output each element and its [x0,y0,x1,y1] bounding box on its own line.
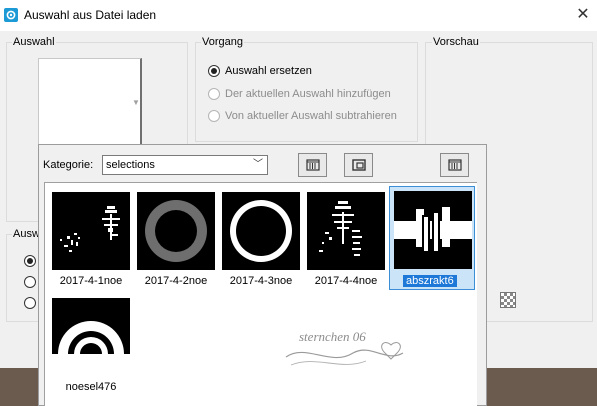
radio-label: Auswahl ersetzen [225,65,312,77]
transparency-checker-icon[interactable] [500,292,516,308]
category-value: selections [106,159,155,171]
radio-button[interactable] [208,88,220,100]
lower-radio-3[interactable] [24,297,36,309]
thumbnail-image [394,191,472,269]
thumbnail-noesel476[interactable]: noesel476 [49,295,131,397]
thumbnail-2017-4-2noe[interactable]: 2017-4-2noe [134,189,216,291]
watermark-text: sternchen 06 [299,329,366,344]
watermark-logo: sternchen 06 [285,329,404,366]
thumbnail-label: abszrakt6 [403,275,457,287]
thumbnail-grid: 2017-4-1noe 2017-4-2noe 2017-4-3noe 2017… [44,182,477,406]
thumbnail-image [307,192,385,270]
thumbnail-label: 2017-4-4noe [314,275,378,287]
lower-group-label: Ausw [12,228,41,240]
thumbnail-image [52,192,130,270]
radio-label: Der aktuellen Auswahl hinzufügen [225,88,391,100]
vorschau-group-label: Vorschau [432,36,480,48]
thumbnail-abszrakt6[interactable]: abszrakt6 [389,186,475,290]
vorgang-group-label: Vorgang [201,36,244,48]
thumbnail-image [137,192,215,270]
close-icon: ✕ [576,6,590,23]
thumbnail-label: 2017-4-1noe [59,275,123,287]
thumbnail-2017-4-3noe[interactable]: 2017-4-3noe [219,189,301,291]
list-view-icon [305,159,320,171]
lower-radio-2[interactable] [24,276,36,288]
app-icon [4,8,18,22]
close-button[interactable]: ✕ [570,3,596,27]
browse-button[interactable] [440,153,469,177]
radio-button[interactable] [208,65,220,77]
folder-view-icon [351,159,366,171]
thumbnail-label: 2017-4-3noe [229,275,293,287]
category-dropdown[interactable]: selections ﹀ [102,155,268,175]
thumbnail-label: 2017-4-2noe [144,275,208,287]
scroll-down-icon: ▼ [132,98,140,107]
category-label: Kategorie: [43,159,94,171]
radio-auswahl-subtrahieren[interactable]: Von aktueller Auswahl subtrahieren [208,110,397,122]
radio-label: Von aktueller Auswahl subtrahieren [225,110,397,122]
radio-auswahl-ersetzen[interactable]: Auswahl ersetzen [208,65,312,77]
thumbnail-image [52,298,130,376]
auswahl-group-label: Auswahl [12,36,56,48]
folder-view-button[interactable] [344,153,373,177]
list-view-button[interactable] [298,153,327,177]
thumbnail-2017-4-4noe[interactable]: 2017-4-4noe [304,189,386,291]
chevron-down-icon: ﹀ [253,159,263,170]
lower-radio-1[interactable] [24,255,36,267]
thumbnail-image [222,192,300,270]
thumbnail-2017-4-1noe[interactable]: 2017-4-1noe [49,189,131,291]
radio-button[interactable] [208,110,220,122]
window-title: Auswahl aus Datei laden [24,8,157,22]
radio-auswahl-hinzufuegen[interactable]: Der aktuellen Auswahl hinzufügen [208,88,391,100]
title-bar: Auswahl aus Datei laden ✕ [0,0,597,31]
thumbnail-label: noesel476 [65,381,117,393]
browse-icon [447,159,462,171]
